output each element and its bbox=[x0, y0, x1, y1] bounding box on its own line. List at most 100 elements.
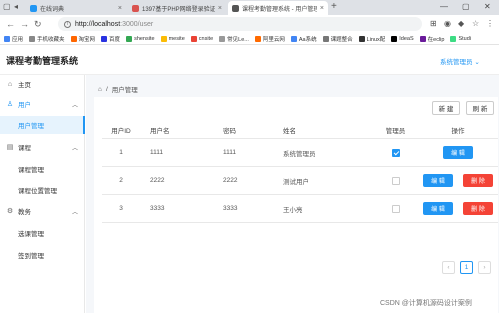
bookmark-item[interactable]: 阿里云网 bbox=[254, 35, 285, 43]
sidebar-item-label: 签到管理 bbox=[18, 253, 44, 260]
cell-username: 1111 bbox=[150, 149, 164, 156]
browser-tab-active[interactable]: 课程考勤管理系统 - 用户管理 × bbox=[228, 1, 328, 15]
bookmark-item[interactable]: 在eclip bbox=[419, 35, 444, 43]
column-header: 用户名 bbox=[150, 127, 170, 135]
sidebar-item-course-management[interactable]: 课程管理 bbox=[0, 160, 85, 178]
menu-icon[interactable]: ⋮ bbox=[486, 19, 494, 29]
bookmark-item[interactable]: 常见Le... bbox=[219, 35, 249, 43]
profile-icon[interactable]: ◉ bbox=[444, 19, 451, 29]
new-button[interactable]: 新 建 bbox=[432, 101, 460, 115]
bookmark-item[interactable]: 课题整合 bbox=[322, 35, 353, 43]
tab-favicon bbox=[132, 4, 139, 12]
browser-tab-bar: ▢ ◂ 在线词典 × 1397基于PHP网络登录验证系... × 课程考勤管理系… bbox=[0, 0, 499, 15]
maximize-icon[interactable]: ▢ bbox=[462, 1, 470, 13]
bookmark-item[interactable]: shensite bbox=[126, 35, 155, 42]
bookmark-star-icon[interactable]: ☆ bbox=[472, 19, 479, 29]
delete-button[interactable]: 删 除 bbox=[463, 174, 493, 187]
extension-icon[interactable]: ◆ bbox=[458, 19, 464, 29]
admin-checkbox[interactable] bbox=[391, 204, 400, 213]
close-icon[interactable]: × bbox=[320, 5, 324, 12]
tab-search-icon[interactable]: ▢ bbox=[3, 1, 11, 13]
bookmark-item[interactable]: cnsite bbox=[190, 35, 213, 42]
delete-button[interactable]: 删 除 bbox=[463, 202, 493, 215]
home-icon[interactable]: ⌂ bbox=[98, 86, 102, 93]
tab-favicon bbox=[232, 4, 239, 12]
address-bar[interactable]: i http://localhost:3000/user bbox=[58, 17, 422, 31]
chevron-down-icon: ⌄ bbox=[474, 59, 480, 66]
forward-icon[interactable]: → bbox=[20, 18, 29, 30]
pagination: ‹ 1 › bbox=[442, 261, 491, 274]
sidebar-item-label: 教务 bbox=[18, 209, 31, 216]
edit-button[interactable]: 编 辑 bbox=[423, 202, 453, 215]
sidebar-item-enrollment[interactable]: 选课管理 bbox=[0, 224, 85, 242]
bookmark-item[interactable]: Aa系统 bbox=[290, 35, 317, 43]
sidebar: ⌂ 主页 ♙ 用户 ︿ 用户管理 ▤ 课程 ︿ 课程管理 课程位置管理 ⚙ 教务… bbox=[0, 75, 85, 313]
back-tab-icon[interactable]: ◂ bbox=[14, 1, 18, 13]
bookmark-item[interactable]: 应用 bbox=[4, 35, 23, 43]
cell-id: 1 bbox=[119, 149, 123, 156]
minimize-icon[interactable]: — bbox=[440, 1, 448, 13]
chevron-up-icon: ︿ bbox=[71, 209, 78, 216]
table-header: 用户ID 用户名 密码 姓名 管理员 操作 bbox=[102, 121, 498, 139]
edit-button[interactable]: 编 辑 bbox=[443, 146, 473, 159]
cell-name: 测试用户 bbox=[283, 178, 309, 186]
bookmark-item[interactable]: Studi bbox=[450, 35, 471, 42]
sidebar-item-label: 用户管理 bbox=[18, 123, 44, 130]
bookmark-item[interactable]: 淘宝网 bbox=[70, 35, 95, 43]
refresh-button[interactable]: 刷 新 bbox=[466, 101, 494, 115]
reload-icon[interactable]: ↻ bbox=[34, 18, 42, 30]
chevron-up-icon: ︿ bbox=[71, 145, 78, 152]
cell-password: 1111 bbox=[223, 149, 237, 156]
admin-checkbox[interactable] bbox=[391, 148, 400, 157]
sidebar-item-attendance[interactable]: 签到管理 bbox=[0, 246, 85, 264]
column-header: 管理员 bbox=[385, 127, 406, 135]
breadcrumb-current: 用户管理 bbox=[111, 87, 138, 94]
sidebar-item-user-management[interactable]: 用户管理 bbox=[0, 116, 85, 134]
prev-page-button[interactable]: ‹ bbox=[442, 261, 455, 274]
browser-tab[interactable]: 在线词典 × bbox=[26, 1, 126, 15]
url-text: http://localhost:3000/user bbox=[75, 20, 154, 28]
next-page-button[interactable]: › bbox=[478, 261, 491, 274]
bookmark-item[interactable]: Linux配 bbox=[358, 35, 385, 43]
home-icon: ⌂ bbox=[7, 80, 13, 88]
cell-id: 2 bbox=[119, 177, 123, 184]
app-header: 课程考勤管理系统 系统管理员 ⌄ bbox=[0, 45, 499, 75]
close-icon[interactable]: × bbox=[118, 5, 122, 12]
content-card: 新 建 刷 新 用户ID 用户名 密码 姓名 管理员 操作 1 1111 111… bbox=[94, 97, 498, 313]
bookmark-item[interactable]: 百度 bbox=[101, 35, 120, 43]
site-info-icon[interactable]: i bbox=[64, 20, 71, 28]
bookmark-item[interactable]: IdeaS bbox=[391, 35, 414, 42]
breadcrumb-separator: / bbox=[105, 85, 108, 93]
sidebar-item-home[interactable]: ⌂ 主页 bbox=[0, 75, 85, 93]
close-icon[interactable]: × bbox=[218, 5, 222, 12]
new-tab-icon[interactable]: + bbox=[331, 1, 337, 13]
breadcrumb: ⌂ / 用户管理 bbox=[98, 84, 138, 95]
browser-tab[interactable]: 1397基于PHP网络登录验证系... × bbox=[128, 1, 226, 15]
window-close-icon[interactable]: ✕ bbox=[484, 1, 491, 13]
cell-password: 3333 bbox=[223, 205, 238, 212]
sidebar-item-label: 主页 bbox=[18, 82, 31, 89]
watermark: CSDN @计算机源码设计案例 bbox=[380, 300, 472, 307]
back-icon[interactable]: ← bbox=[6, 18, 15, 30]
user-menu[interactable]: 系统管理员 ⌄ bbox=[440, 56, 480, 66]
page-button-current[interactable]: 1 bbox=[460, 261, 473, 274]
sidebar-group-users[interactable]: ♙ 用户 ︿ bbox=[0, 95, 85, 113]
cell-password: 2222 bbox=[223, 177, 238, 184]
sidebar-group-courses[interactable]: ▤ 课程 ︿ bbox=[0, 138, 85, 156]
cell-name: 系统管理员 bbox=[283, 150, 316, 158]
table-row: 3 3333 3333 王小亮 编 辑 删 除 bbox=[102, 195, 498, 223]
document-icon: ▤ bbox=[6, 144, 14, 151]
sidebar-item-course-location[interactable]: 课程位置管理 bbox=[0, 181, 85, 199]
main-content: ⌂ / 用户管理 新 建 刷 新 用户ID 用户名 密码 姓名 管理员 操作 1… bbox=[86, 75, 499, 313]
admin-checkbox[interactable] bbox=[391, 176, 400, 185]
cell-username: 2222 bbox=[150, 177, 165, 184]
bookmark-item[interactable]: mesite bbox=[160, 35, 185, 42]
edit-button[interactable]: 编 辑 bbox=[423, 174, 453, 187]
sidebar-group-academic[interactable]: ⚙ 教务 ︿ bbox=[0, 202, 85, 220]
bookmark-item[interactable]: 手机收藏夹 bbox=[29, 35, 65, 43]
column-header: 姓名 bbox=[283, 127, 296, 135]
extensions-icon[interactable]: ⊞ bbox=[430, 19, 437, 29]
address-toolbar: ← → ↻ i http://localhost:3000/user ⊞ ◉ ◆… bbox=[0, 15, 499, 33]
sidebar-item-label: 课程 bbox=[18, 145, 31, 152]
cell-username: 3333 bbox=[150, 205, 165, 212]
